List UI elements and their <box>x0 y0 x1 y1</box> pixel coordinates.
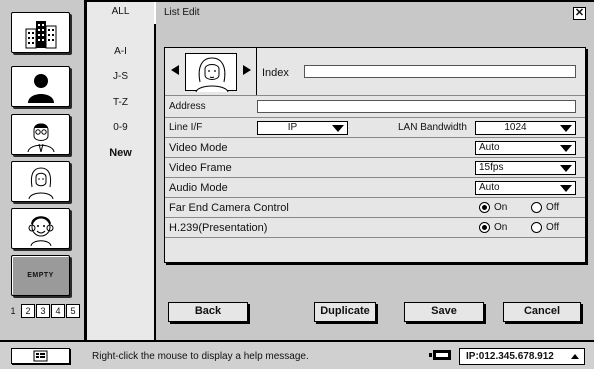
h239-on-label: On <box>494 222 508 233</box>
contact-thumb-3[interactable] <box>11 114 70 155</box>
person-silhouette-icon <box>27 73 54 103</box>
fecc-row: Far End Camera Control On Off <box>165 198 585 218</box>
column-divider <box>154 24 156 340</box>
building-icon <box>25 20 56 48</box>
arrow-right-icon[interactable] <box>243 65 251 75</box>
radio-empty-icon <box>531 222 542 233</box>
chevron-down-icon <box>560 145 572 152</box>
address-label: Address <box>169 101 206 112</box>
fecc-off-radio[interactable]: Off <box>531 202 559 213</box>
alpha-all[interactable]: ALL <box>87 6 154 17</box>
page-selector: 1 2 3 4 5 <box>6 304 81 318</box>
arrow-left-icon[interactable] <box>171 65 179 75</box>
line-if-dropdown[interactable]: IP <box>257 121 348 135</box>
help-message: Right-click the mouse to display a help … <box>92 351 309 362</box>
audio-mode-dropdown[interactable]: Auto <box>475 181 576 195</box>
radio-selected-icon <box>479 222 490 233</box>
page-5-button[interactable]: 5 <box>66 304 80 318</box>
woman-portrait-icon <box>28 166 53 199</box>
audio-mode-label: Audio Mode <box>169 182 228 194</box>
portrait-preview <box>185 53 237 93</box>
fecc-on-radio[interactable]: On <box>479 202 507 213</box>
alpha-t-z[interactable]: T-Z <box>87 97 154 108</box>
lan-bandwidth-label: LAN Bandwidth <box>398 122 467 133</box>
network-connection-icon <box>429 350 451 360</box>
chevron-down-icon <box>560 165 572 172</box>
contact-thumbnail-rail: EMPTY 1 2 3 4 5 <box>0 0 84 340</box>
contact-thumb-4[interactable] <box>11 161 70 202</box>
entry-form: Index Address Line I/F IP LAN Bandwidth … <box>164 47 586 263</box>
back-button[interactable]: Back <box>168 302 248 322</box>
video-mode-dropdown[interactable]: Auto <box>475 141 576 155</box>
cancel-button[interactable]: Cancel <box>503 302 581 322</box>
radio-selected-icon <box>479 202 490 213</box>
audio-mode-value: Auto <box>479 182 500 193</box>
ip-address-value: IP:012.345.678.912 <box>466 351 554 362</box>
save-button[interactable]: Save <box>404 302 484 322</box>
audio-mode-row: Audio Mode Auto <box>165 178 585 198</box>
alpha-0-9[interactable]: 0-9 <box>87 122 154 133</box>
woman-portrait-icon <box>195 57 229 93</box>
chevron-down-icon <box>560 185 572 192</box>
fecc-off-label: Off <box>546 202 560 213</box>
video-frame-dropdown[interactable]: 15fps <box>475 161 576 175</box>
fecc-label: Far End Camera Control <box>169 202 289 214</box>
video-frame-label: Video Frame <box>169 162 232 174</box>
video-mode-label: Video Mode <box>169 142 228 154</box>
alpha-new[interactable]: New <box>87 147 154 159</box>
dialog-title-bar: List Edit ✕ <box>156 2 594 24</box>
page-3-button[interactable]: 3 <box>36 304 50 318</box>
line-if-label: Line I/F <box>169 122 203 133</box>
close-button[interactable]: ✕ <box>573 7 586 20</box>
ip-address-display[interactable]: IP:012.345.678.912 <box>459 348 585 365</box>
address-row: Address <box>165 96 585 118</box>
index-label: Index <box>262 67 289 79</box>
index-input[interactable] <box>304 65 576 78</box>
duplicate-button[interactable]: Duplicate <box>314 302 376 322</box>
h239-off-label: Off <box>546 222 560 233</box>
chevron-down-icon <box>332 125 344 132</box>
fecc-on-label: On <box>494 202 508 213</box>
contact-thumb-2[interactable] <box>11 66 70 107</box>
list-menu-icon <box>33 350 48 362</box>
contact-thumb-1[interactable] <box>11 12 70 53</box>
video-mode-value: Auto <box>479 142 500 153</box>
alpha-j-s[interactable]: J-S <box>87 71 154 82</box>
contact-thumb-5[interactable] <box>11 208 70 249</box>
empty-slot-label: EMPTY <box>27 272 54 279</box>
video-frame-row: Video Frame 15fps <box>165 158 585 178</box>
contact-thumb-empty[interactable]: EMPTY <box>11 255 70 296</box>
page-4-button[interactable]: 4 <box>51 304 65 318</box>
chevron-up-icon <box>571 354 579 359</box>
man-with-glasses-icon <box>27 123 54 152</box>
h239-on-radio[interactable]: On <box>479 222 507 233</box>
index-row: Index <box>165 48 585 96</box>
status-bar: Right-click the mouse to display a help … <box>0 340 594 369</box>
h239-row: H.239(Presentation) On Off <box>165 218 585 238</box>
radio-empty-icon <box>531 202 542 213</box>
video-mode-row: Video Mode Auto <box>165 138 585 158</box>
child-portrait-icon <box>28 215 53 246</box>
lan-bandwidth-dropdown[interactable]: 1024 <box>475 121 576 135</box>
portrait-selector <box>165 48 257 95</box>
alpha-a-i[interactable]: A-I <box>87 46 154 57</box>
close-icon: ✕ <box>574 7 585 19</box>
h239-label: H.239(Presentation) <box>169 222 268 234</box>
lan-bandwidth-value: 1024 <box>504 122 527 133</box>
line-if-row: Line I/F IP LAN Bandwidth 1024 <box>165 118 585 138</box>
menu-button[interactable] <box>11 348 70 364</box>
chevron-down-icon <box>560 125 572 132</box>
video-frame-value: 15fps <box>479 162 504 173</box>
page-2-button[interactable]: 2 <box>21 304 35 318</box>
h239-off-radio[interactable]: Off <box>531 222 559 233</box>
dialog-title: List Edit <box>164 7 200 18</box>
line-if-value: IP <box>287 122 298 133</box>
page-1-button[interactable]: 1 <box>6 304 20 318</box>
alphabet-index: ALL A-I J-S T-Z 0-9 New <box>87 2 154 340</box>
address-input[interactable] <box>257 100 576 113</box>
